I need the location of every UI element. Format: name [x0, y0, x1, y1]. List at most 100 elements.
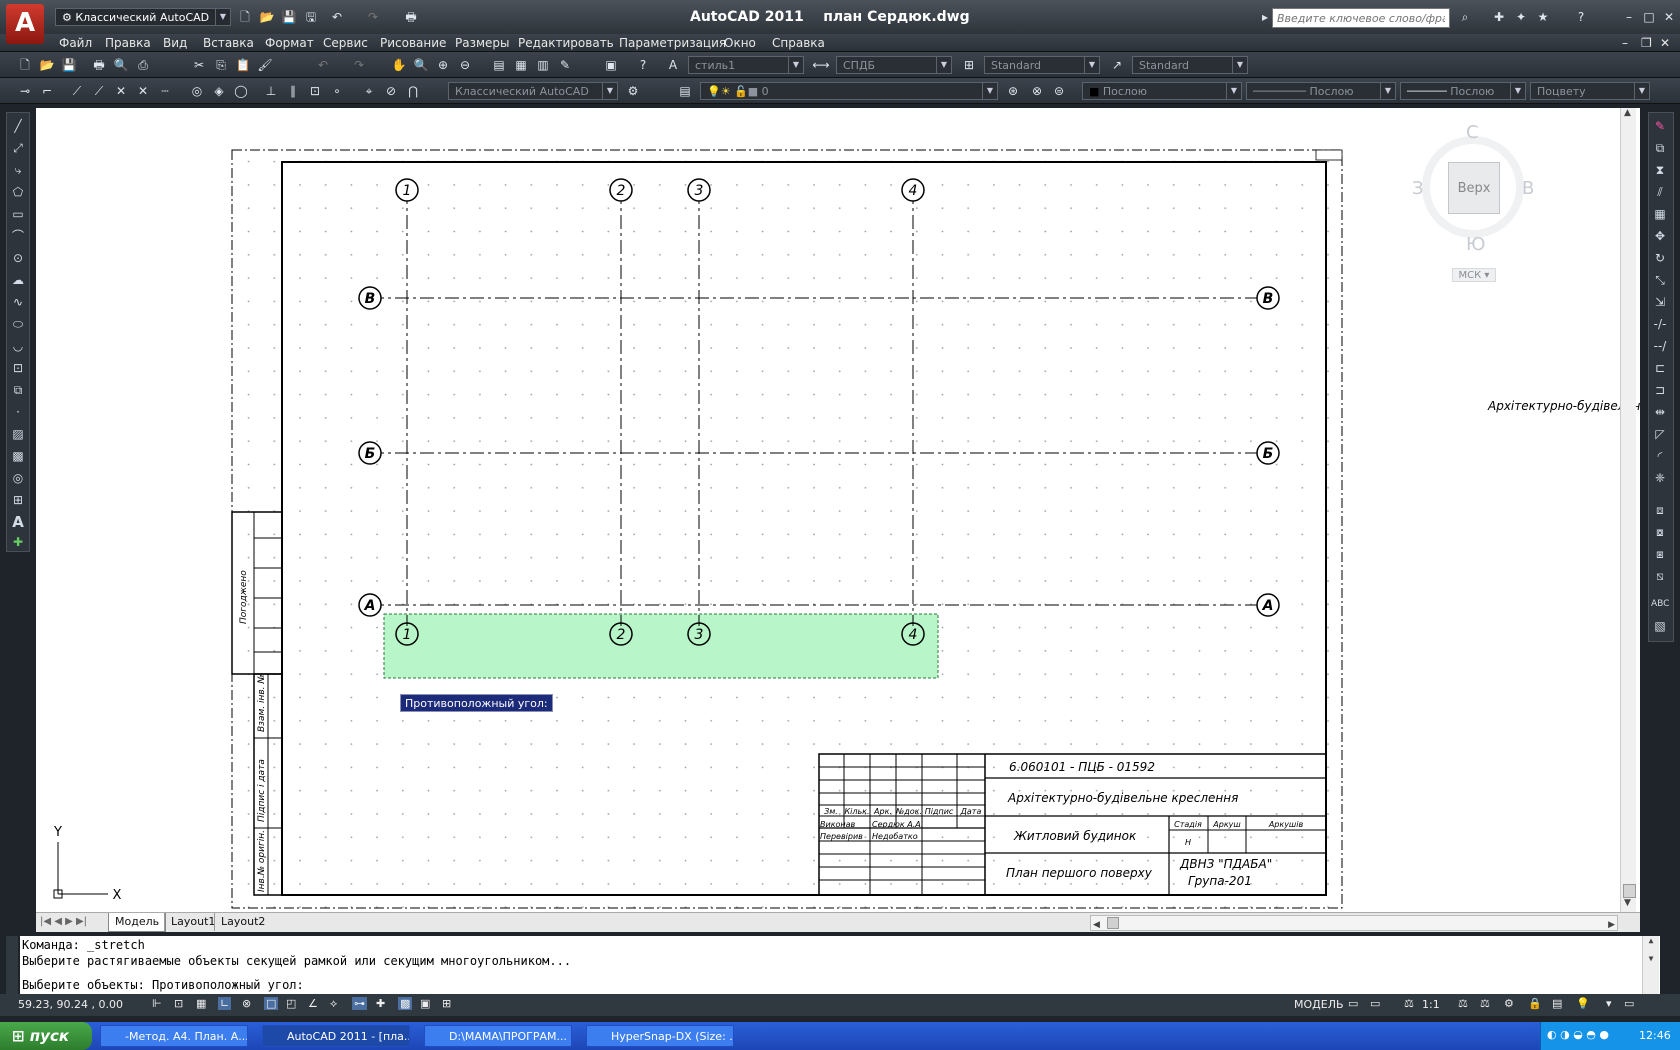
markup-icon[interactable]: ✎ [556, 56, 574, 74]
taskbar-item-explorer[interactable]: D:\МАМА\ПРОГРАМ... [424, 1025, 572, 1047]
draworder-above-icon[interactable]: ⧆ [1651, 545, 1669, 563]
explode-icon[interactable]: ❈ [1651, 469, 1669, 487]
hatch-back-icon[interactable]: ▧ [1651, 617, 1669, 635]
redo-icon[interactable]: ↷ [364, 8, 382, 26]
chamfer-icon[interactable]: ◸ [1651, 425, 1669, 443]
model-space-label[interactable]: МОДЕЛЬ [1294, 998, 1344, 1011]
auto-scale-icon[interactable]: ⚖ [1480, 997, 1490, 1010]
table-style-icon[interactable]: ⊞ [960, 56, 978, 74]
text-style-dropdown[interactable]: стиль1 ▼ [688, 56, 804, 74]
menu-tools[interactable]: Сервис [323, 34, 368, 52]
help-icon[interactable]: ? [1572, 8, 1590, 26]
gradient-icon[interactable]: ▩ [9, 447, 27, 465]
transparency-icon[interactable]: ▩ [398, 997, 413, 1010]
open-icon[interactable]: 📂 [38, 56, 56, 74]
table-icon[interactable]: ⊞ [9, 491, 27, 509]
break-at-point-icon[interactable]: ⊏ [1651, 359, 1669, 377]
command-prompt-line[interactable]: Выберите объекты: Противоположный угол: [22, 978, 304, 992]
rectangle-icon[interactable]: ▭ [9, 205, 27, 223]
insert-block-icon[interactable]: ⊡ [9, 359, 27, 377]
multileader-style-icon[interactable]: ↗ [1108, 56, 1126, 74]
menu-edit[interactable]: Правка [105, 34, 151, 52]
undo-icon[interactable]: ↶ [328, 8, 346, 26]
menu-view[interactable]: Вид [163, 34, 187, 52]
polyline-icon[interactable]: ⤷ [9, 161, 27, 179]
spline-icon[interactable]: ∿ [9, 293, 27, 311]
draworder-back-icon[interactable]: ⧇ [1651, 523, 1669, 541]
lineweight-dropdown[interactable]: ────── Послою ▼ [1400, 82, 1526, 100]
osnap-settings-icon[interactable]: ⋂ [404, 82, 422, 100]
workspace-toolbar-dropdown[interactable]: Классический AutoCAD ▼ [448, 82, 618, 100]
taskbar-item-word[interactable]: -Метод. А4. План. А... [100, 1025, 248, 1047]
infer-constraints-icon[interactable]: ⊩ [152, 997, 162, 1010]
move-icon[interactable]: ✥ [1651, 227, 1669, 245]
make-current-layer-icon[interactable]: ⊛ [1004, 82, 1022, 100]
horizontal-scrollbar[interactable]: ◀ ▶ [1090, 915, 1618, 931]
linetype-dropdown[interactable]: ──────── Послою ▼ [1246, 82, 1396, 100]
horizontal-scroll-thumb[interactable] [1107, 917, 1119, 929]
rotate-icon[interactable]: ↻ [1651, 249, 1669, 267]
extend-icon[interactable]: --/ [1651, 337, 1669, 355]
tab-model[interactable]: Модель [108, 913, 167, 932]
draworder-under-icon[interactable]: ⧅ [1651, 567, 1669, 585]
text-style-icon[interactable]: A [664, 56, 682, 74]
layer-properties-icon[interactable]: ▤ [676, 82, 694, 100]
save-toolbar-icon[interactable]: 💾 [60, 56, 78, 74]
qnew-icon[interactable]: 🗋 [16, 56, 34, 74]
dim-style-dropdown[interactable]: СПДБ ▼ [836, 56, 952, 74]
workspace-selector[interactable]: ⚙ Классический AutoCAD ▼ [55, 8, 231, 26]
pan-hand-icon[interactable]: ✋ [390, 56, 408, 74]
snap-perpendicular-icon[interactable]: ⊥ [262, 82, 280, 100]
break-icon[interactable]: ⊐ [1651, 381, 1669, 399]
zoom-previous-icon[interactable]: ⊖ [456, 56, 474, 74]
copy-icon[interactable]: ⎘ [212, 56, 230, 74]
region-icon[interactable]: ◎ [9, 469, 27, 487]
offset-icon[interactable]: ⫽ [1651, 183, 1669, 201]
lineweight-display-icon[interactable]: ✚ [376, 997, 385, 1010]
scroll-up-icon[interactable]: ▲ [1624, 108, 1631, 118]
menu-help[interactable]: Справка [772, 34, 825, 52]
draworder-front-icon[interactable]: ⧈ [1651, 501, 1669, 519]
snap-node-icon[interactable]: ∘ [328, 82, 346, 100]
binoculars-icon[interactable]: ⌕ [1456, 8, 1474, 26]
status-menu-icon[interactable]: ▾ [1606, 997, 1612, 1010]
taskbar-item-hypersnap[interactable]: HyperSnap-DX (Size: ... [586, 1025, 734, 1047]
hardware-acceleration-icon[interactable]: ▤ [1552, 997, 1562, 1010]
toolbar-lock-icon[interactable]: 🔒 [1528, 997, 1542, 1010]
scroll-down-icon[interactable]: ▼ [1624, 898, 1631, 908]
erase-icon[interactable]: ✎ [1651, 117, 1669, 135]
cut-icon[interactable]: ✂ [190, 56, 208, 74]
menu-file[interactable]: Файл [59, 34, 92, 52]
arc-icon[interactable]: ⌒ [9, 227, 27, 245]
snap-none-icon[interactable]: ⊘ [382, 82, 400, 100]
paste-icon[interactable]: 📋 [234, 56, 252, 74]
publish-icon[interactable]: ⎙ [134, 56, 152, 74]
zoom-window-icon[interactable]: ⊕ [434, 56, 452, 74]
fillet-icon[interactable]: ◜ [1651, 447, 1669, 465]
dynamic-input-icon[interactable]: ⊶ [352, 997, 367, 1010]
plot-icon[interactable]: 🖶 [402, 8, 420, 26]
table-style-dropdown[interactable]: Standard ▼ [984, 56, 1100, 74]
viewcube-east[interactable]: В [1522, 178, 1534, 199]
tab-layout1[interactable]: Layout1 [164, 913, 221, 931]
viewcube-west[interactable]: З [1412, 178, 1424, 199]
snap-intersection-icon[interactable]: ✕ [112, 82, 130, 100]
menu-dimension[interactable]: Размеры [455, 34, 510, 52]
array-icon[interactable]: ▦ [1651, 205, 1669, 223]
circle-icon[interactable]: ⊙ [9, 249, 27, 267]
redo-toolbar-icon[interactable]: ↷ [350, 56, 368, 74]
ucs-menu[interactable]: МСК ▾ [1452, 268, 1496, 282]
communication-icon[interactable]: ✦ [1512, 8, 1530, 26]
menu-modify[interactable]: Редактировать [518, 34, 614, 52]
drawing-canvas[interactable]: 1 2 3 4 1 2 3 4 В Б А В Б А Погоджено Вз… [36, 108, 1640, 912]
help-search-input[interactable] [1272, 8, 1450, 28]
command-grip[interactable] [6, 936, 18, 994]
menu-insert[interactable]: Вставка [203, 34, 254, 52]
maximize-icon[interactable]: □ [1640, 8, 1658, 26]
save-as-icon[interactable]: 🖫 [302, 8, 320, 26]
color-dropdown[interactable]: ■ Послою ▼ [1082, 82, 1242, 100]
object-snap-icon[interactable]: □ [264, 997, 279, 1010]
join-icon[interactable]: ⇹ [1651, 403, 1669, 421]
viewcube[interactable]: С Ю З В Верх МСК ▾ [1408, 118, 1544, 282]
snap-temp-track-icon[interactable]: ⊸ [16, 82, 34, 100]
